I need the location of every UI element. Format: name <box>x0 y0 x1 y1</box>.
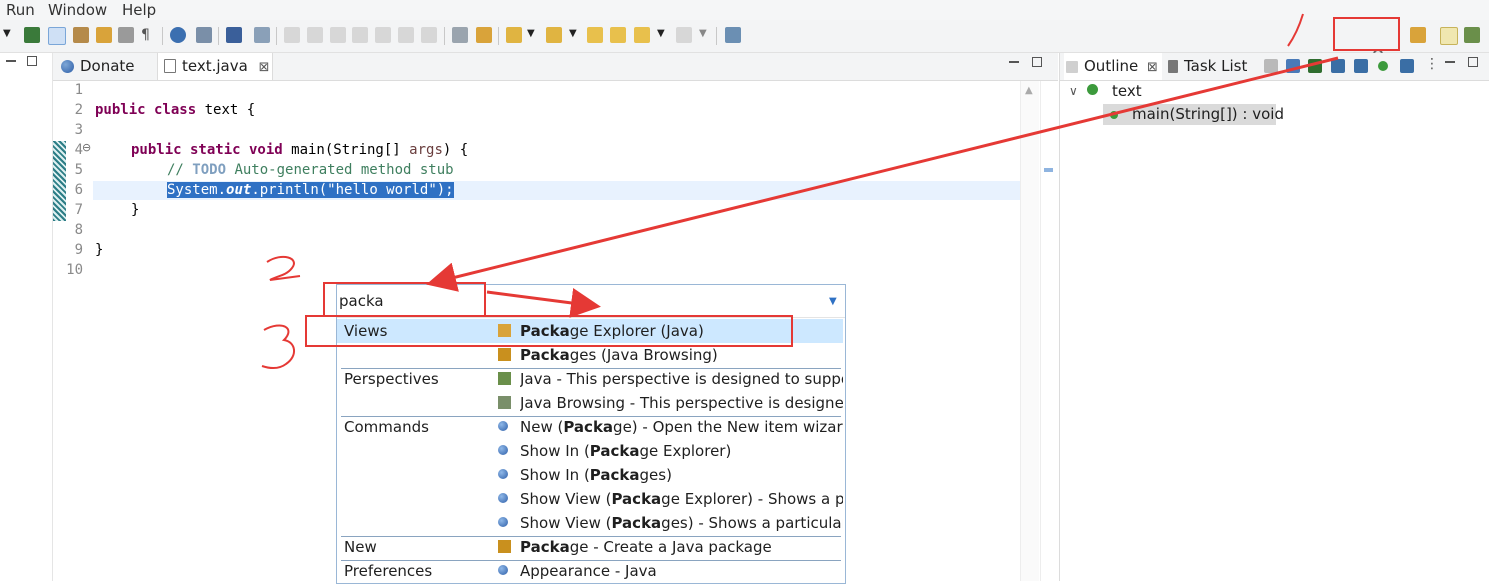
annotation-arrow <box>426 56 1339 292</box>
annotation-stroke <box>266 255 301 281</box>
annotation-stroke <box>261 324 295 369</box>
annotation-stroke <box>1287 13 1304 47</box>
annotation-overlay <box>261 13 1339 369</box>
annotation-arrow <box>486 288 601 318</box>
